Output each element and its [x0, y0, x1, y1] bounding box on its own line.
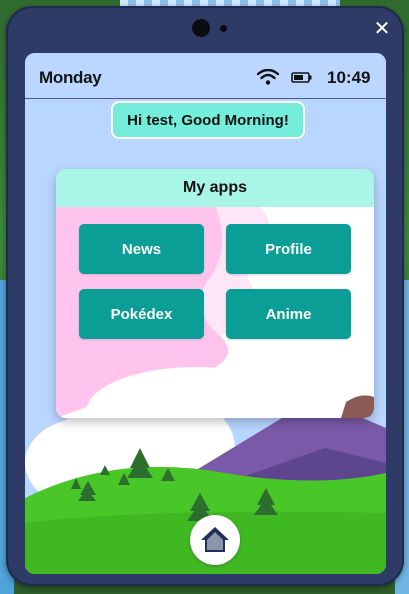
phone-screen: Monday 10:49 Hi test, Good Morning! My a…	[25, 53, 386, 574]
battery-icon	[291, 72, 312, 83]
camera-icon	[192, 19, 210, 37]
app-anime-button[interactable]: Anime	[226, 289, 351, 339]
greeting-banner: Hi test, Good Morning!	[111, 101, 305, 139]
my-apps-grid: News Profile Pokédex Anime	[56, 207, 374, 418]
app-profile-button[interactable]: Profile	[226, 224, 351, 274]
app-pokedex-button[interactable]: Pokédex	[79, 289, 204, 339]
wifi-icon	[257, 69, 279, 85]
close-icon: ✕	[373, 16, 391, 40]
home-button[interactable]	[190, 515, 240, 565]
status-bar: Monday 10:49	[25, 53, 386, 99]
phone-device: ✕ Monday 10:49 Hi test, Good Morning! My…	[6, 6, 404, 586]
sensor-dot	[220, 25, 227, 32]
my-apps-card: My apps News Profile Pokédex Anime	[56, 169, 374, 418]
home-icon	[201, 527, 229, 552]
status-day: Monday	[39, 68, 102, 87]
close-button[interactable]: ✕	[372, 18, 392, 38]
app-news-button[interactable]: News	[79, 224, 204, 274]
status-time: 10:49	[327, 68, 371, 87]
my-apps-title: My apps	[56, 169, 374, 207]
